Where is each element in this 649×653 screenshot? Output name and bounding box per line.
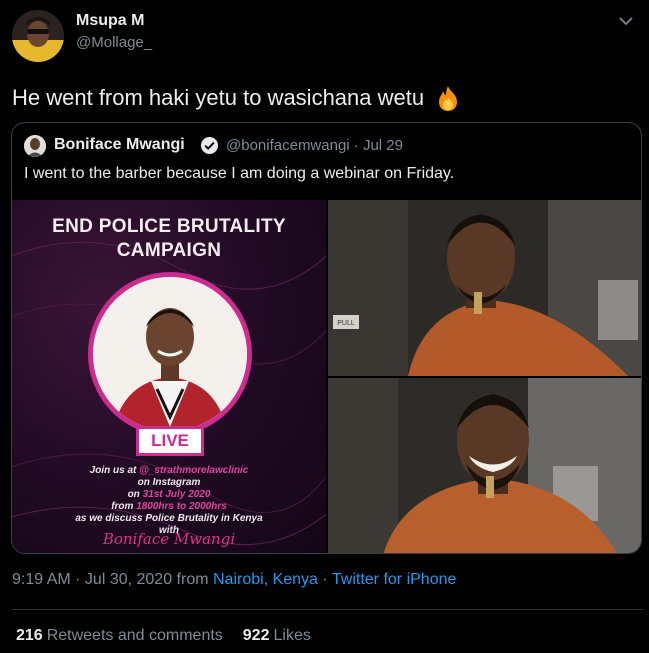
likes-stat[interactable]: 922 Likes [243,627,311,644]
divider [12,609,643,610]
author-avatar[interactable] [12,10,64,62]
quoted-tweet-card[interactable]: Boniface Mwangi @bonifacemwangi · Jul 29… [11,122,642,554]
poster-text-line5: as we discuss Police Brutality in Kenya [75,513,263,524]
tweet-text: He went from haki yetu to wasichana wetu [12,84,462,112]
chevron-down-icon[interactable] [617,12,635,30]
poster-signature: Boniface Mwangi [102,530,236,548]
client-link[interactable]: Twitter for iPhone [332,571,457,588]
location-link[interactable]: Nairobi, Kenya [213,571,318,588]
author-handle[interactable]: @Mollage_ [76,34,152,51]
fire-icon [439,86,458,111]
tweet-meta: 9:19 AM · Jul 30, 2020 from Nairobi, Ken… [12,571,457,588]
campaign-poster-image[interactable]: END POLICE BRUTALITY CAMPAIGN LIVE Join … [12,200,326,553]
author-name[interactable]: Msupa M [76,12,144,30]
quoted-author-avatar[interactable] [24,135,46,157]
barber-photo-bottom[interactable] [328,378,641,553]
poster-text-line1: Join us at @_strathmorelawclinic [89,465,249,476]
quoted-tweet-text: I went to the barber because I am doing … [24,165,455,182]
poster-text-line2: on Instagram [137,477,201,488]
engagement-stats: 216 Retweets and comments 922 Likes [16,627,311,645]
quoted-author-handle[interactable]: @bonifacemwangi · Jul 29 [226,137,403,154]
poster-title-line1: END POLICE BRUTALITY [52,216,286,237]
live-badge: LIVE [136,426,204,456]
pull-sign-text: PULL [337,320,355,327]
tweet-body: He went from haki yetu to wasichana wetu [12,85,425,110]
speaker-portrait [88,272,252,436]
poster-title-line2: CAMPAIGN [116,240,222,261]
tweet-timestamp[interactable]: 9:19 AM · Jul 30, 2020 from [12,571,213,588]
barber-photo-top[interactable]: PULL [328,200,641,376]
poster-text-line4: from 1800hrs to 2000hrs [111,501,227,512]
quoted-author-name[interactable]: Boniface Mwangi [54,136,185,154]
poster-text-line3: on 31st July 2020 [127,489,211,500]
retweets-stat[interactable]: 216 Retweets and comments [16,627,223,644]
verified-badge-icon [200,136,219,155]
